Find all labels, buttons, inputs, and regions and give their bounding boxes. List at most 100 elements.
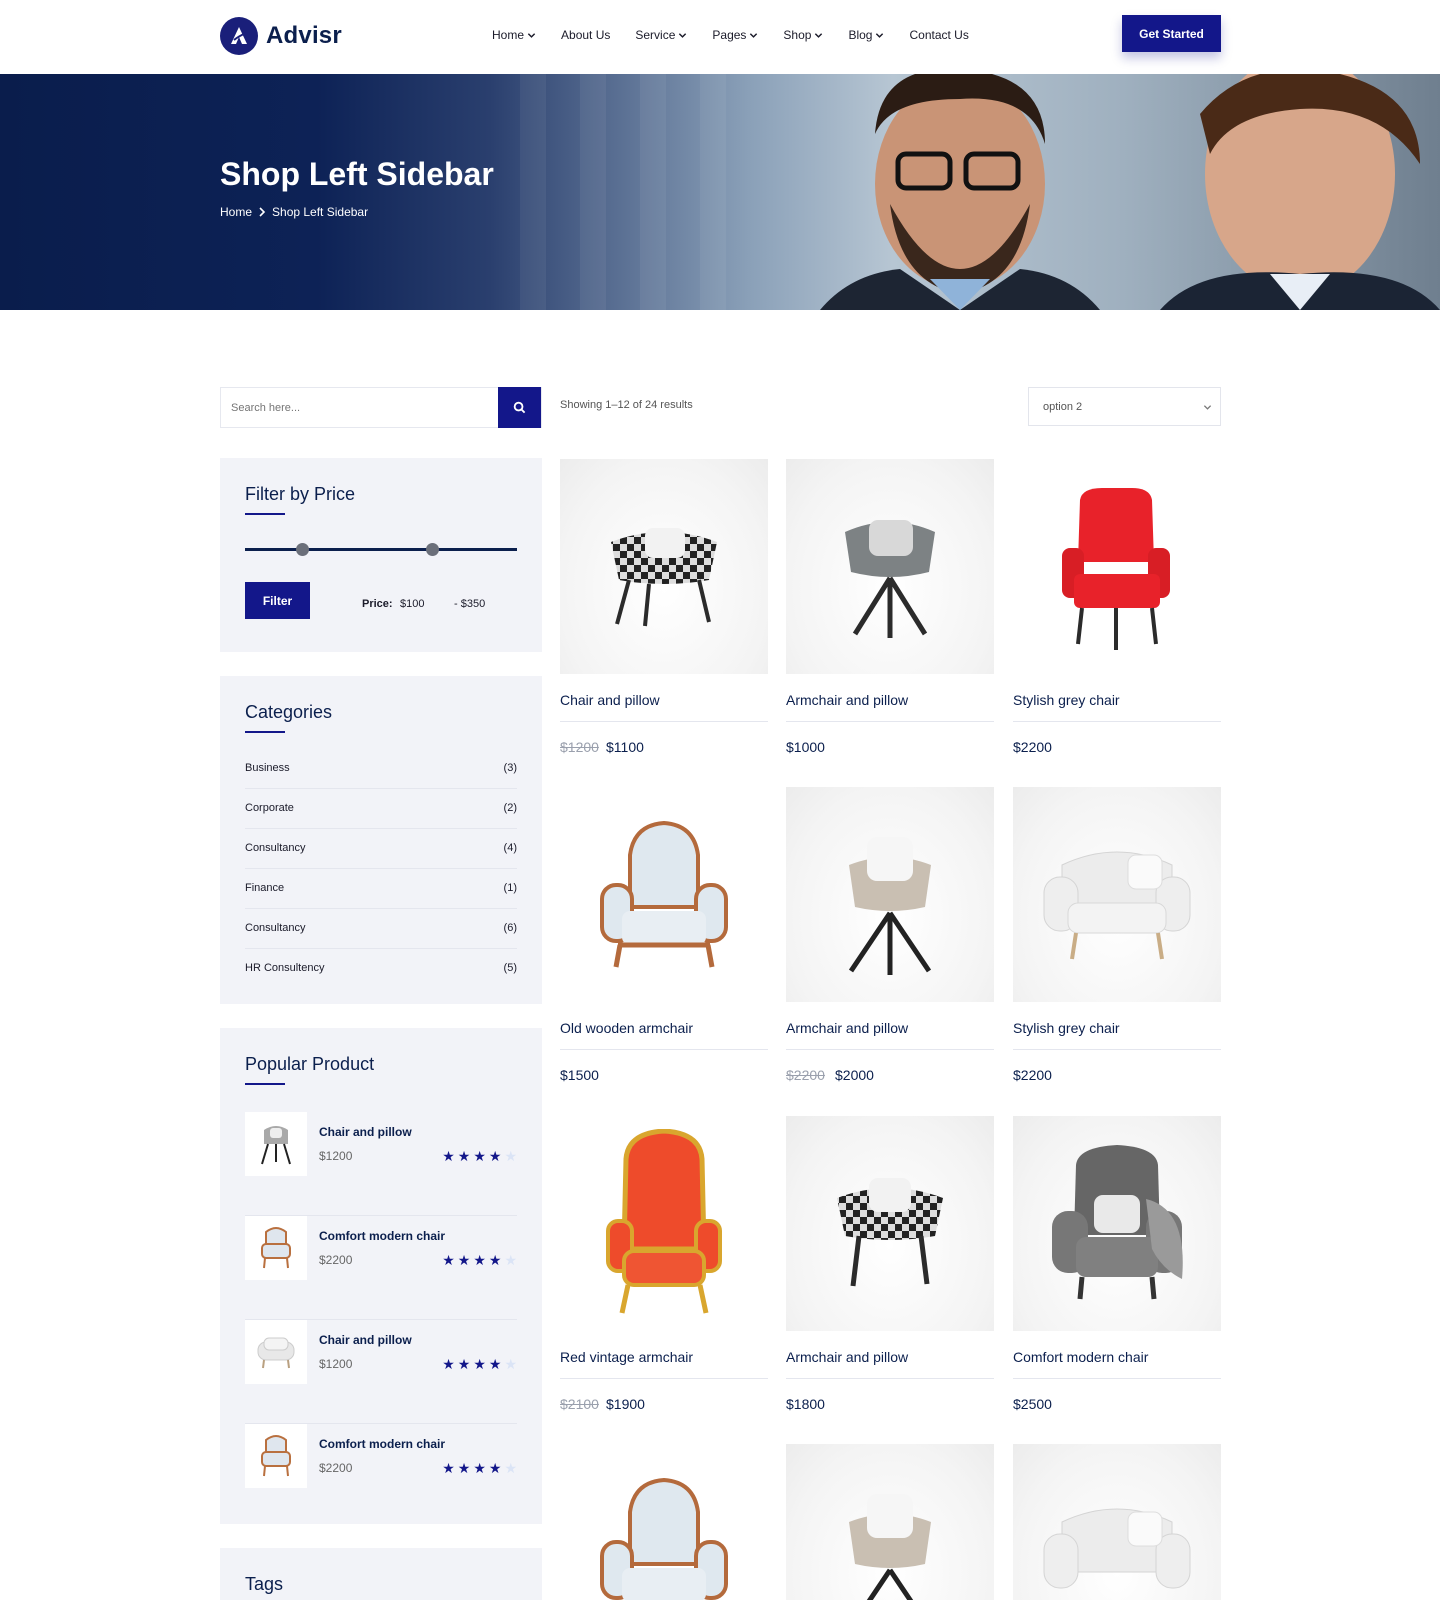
category-item[interactable]: HR Consultency (5) <box>245 949 517 989</box>
star-filled-icon: ★ <box>442 1252 455 1268</box>
wooden-armchair-image <box>600 820 728 967</box>
popular-product-item: Comfort modern chair $2200 ★ ★ ★ ★ ★ <box>245 1424 517 1528</box>
chevron-down-icon <box>679 32 687 38</box>
product-card: Red vintage armchair $2100 $1900 <box>560 1116 768 1416</box>
product-image[interactable] <box>786 459 994 674</box>
checkered-chair-image <box>611 527 717 626</box>
product-name[interactable]: Chair and pillow <box>319 1333 412 1347</box>
site-header: Advisr Home About Us Service Pages Shop … <box>0 0 1440 74</box>
product-image[interactable] <box>560 1116 768 1331</box>
nav-item-about[interactable]: About Us <box>561 28 610 42</box>
product-thumbnail[interactable] <box>245 1112 307 1176</box>
filter-button[interactable]: Filter <box>245 582 310 619</box>
nav-item-blog[interactable]: Blog <box>848 28 884 42</box>
category-item[interactable]: Consultancy (4) <box>245 829 517 869</box>
star-empty-icon: ★ <box>504 1460 517 1476</box>
product-name[interactable]: Stylish grey chair <box>1013 692 1120 708</box>
price-slider-track[interactable] <box>245 548 517 551</box>
product-image[interactable] <box>786 787 994 1002</box>
product-image[interactable] <box>786 1444 994 1600</box>
category-item[interactable]: Business (3) <box>245 749 517 789</box>
product-name[interactable]: Old wooden armchair <box>560 1020 693 1036</box>
search-button[interactable] <box>498 387 541 428</box>
category-count: (3) <box>503 762 517 774</box>
star-filled-icon: ★ <box>488 1460 502 1476</box>
chevron-down-icon <box>527 32 536 38</box>
divider <box>560 1049 768 1050</box>
nav-label: Pages <box>712 28 747 42</box>
product-image[interactable] <box>1013 1116 1221 1331</box>
divider <box>786 1049 994 1050</box>
popular-product-item: Chair and pillow $1200 ★ ★ ★ ★ ★ <box>245 1112 517 1216</box>
category-item[interactable]: Consultancy (6) <box>245 909 517 949</box>
product-price: $2200 <box>1013 739 1052 755</box>
product-name[interactable]: Stylish grey chair <box>1013 1020 1120 1036</box>
chevron-down-icon <box>876 32 884 38</box>
star-filled-icon: ★ <box>488 1148 502 1164</box>
product-name[interactable]: Armchair and pillow <box>786 692 908 708</box>
product-image[interactable] <box>560 1444 768 1600</box>
product-image[interactable] <box>560 787 768 1002</box>
red-vintage-armchair-image <box>606 1128 722 1314</box>
price-slider-min-handle[interactable] <box>296 543 309 556</box>
category-item[interactable]: Corporate (2) <box>245 789 517 829</box>
chair-image <box>257 1337 295 1369</box>
nav-item-pages[interactable]: Pages <box>712 28 758 42</box>
product-old-price: $1200 <box>560 739 599 755</box>
hero-decoration <box>520 74 546 310</box>
divider <box>560 721 768 722</box>
sort-select[interactable]: option 2 <box>1028 387 1221 426</box>
product-image[interactable] <box>786 1116 994 1331</box>
product-name[interactable]: Chair and pillow <box>560 692 660 708</box>
product-card: Comfort modern chair $2500 <box>1013 1116 1221 1416</box>
category-name: HR Consultency <box>245 962 325 974</box>
nav-item-contact[interactable]: Contact Us <box>909 28 968 42</box>
product-card: Armchair and pillow $1800 <box>786 1116 994 1416</box>
category-item[interactable]: Finance (1) <box>245 869 517 909</box>
product-old-price: $2100 <box>560 1396 599 1412</box>
product-card: Old wooden armchair $1500 <box>560 787 768 1087</box>
product-image[interactable] <box>1013 459 1221 674</box>
divider <box>1013 1049 1221 1050</box>
star-filled-icon: ★ <box>473 1460 486 1476</box>
nav-label: Service <box>635 28 676 42</box>
nav-item-shop[interactable]: Shop <box>783 28 823 42</box>
product-name[interactable]: Red vintage armchair <box>560 1349 693 1365</box>
product-name[interactable]: Chair and pillow <box>319 1125 412 1139</box>
divider <box>786 1378 994 1379</box>
chair-image <box>261 1126 291 1165</box>
product-card: Armchair and pillow $2200 $2000 <box>786 787 994 1087</box>
star-filled-icon: ★ <box>442 1460 455 1476</box>
product-image[interactable] <box>560 459 768 674</box>
white-tufted-chair-image <box>1043 1508 1191 1588</box>
product-thumbnail[interactable] <box>245 1424 307 1488</box>
product-card <box>560 1444 768 1600</box>
nav-item-service[interactable]: Service <box>635 28 687 42</box>
divider <box>560 1378 768 1379</box>
get-started-button[interactable]: Get Started <box>1122 15 1221 52</box>
divider <box>1013 721 1221 722</box>
product-thumbnail[interactable] <box>245 1216 307 1280</box>
category-count: (4) <box>503 842 517 854</box>
nav-item-home[interactable]: Home <box>492 28 536 42</box>
product-name[interactable]: Armchair and pillow <box>786 1349 908 1365</box>
product-name[interactable]: Comfort modern chair <box>1013 1349 1148 1365</box>
search-box <box>220 387 542 428</box>
product-card: Stylish grey chair $2200 <box>1013 787 1221 1087</box>
checkered-chair-image <box>837 1177 943 1286</box>
product-image[interactable] <box>1013 1444 1221 1600</box>
product-name[interactable]: Comfort modern chair <box>319 1229 445 1243</box>
product-card: Chair and pillow $1200 $1100 <box>560 459 768 759</box>
product-image[interactable] <box>1013 787 1221 1002</box>
nav-label: Home <box>492 28 525 42</box>
product-thumbnail[interactable] <box>245 1320 307 1384</box>
price-slider-max-handle[interactable] <box>426 543 439 556</box>
search-icon <box>513 401 526 414</box>
category-count: (1) <box>503 882 517 894</box>
breadcrumb-home-link[interactable]: Home <box>220 205 252 219</box>
search-input[interactable] <box>221 388 499 427</box>
product-name[interactable]: Armchair and pillow <box>786 1020 908 1036</box>
product-name[interactable]: Comfort modern chair <box>319 1437 445 1451</box>
widget-title: Tags <box>245 1574 284 1594</box>
logo[interactable]: Advisr <box>220 17 342 55</box>
